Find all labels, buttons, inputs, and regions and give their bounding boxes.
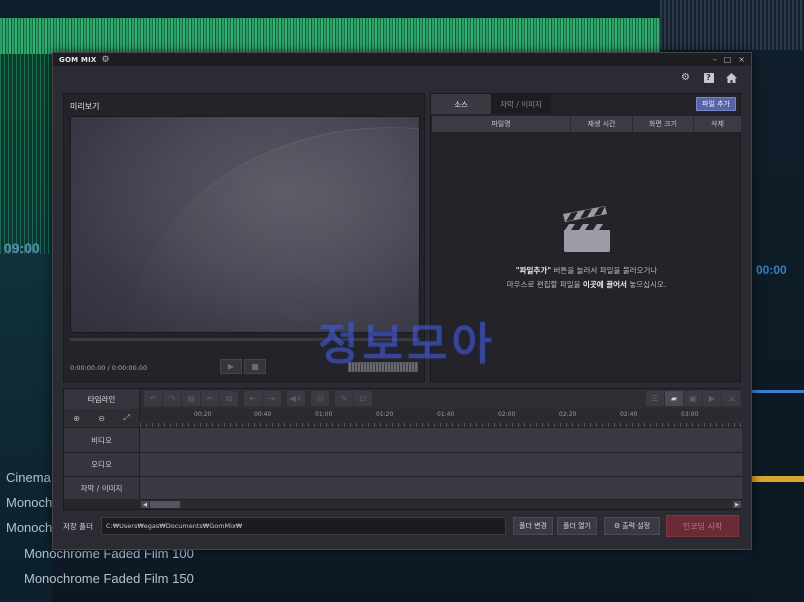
undo-icon[interactable]: ↶ (144, 391, 162, 406)
timeline-label: 타임라인 (64, 389, 140, 409)
title-bar[interactable]: GOM MIX ⚙ – □ × (53, 53, 751, 66)
gear-icon: ⚙ (613, 522, 621, 530)
help-icon[interactable]: ? (703, 72, 714, 83)
delete-icon[interactable]: ▤ (182, 391, 200, 406)
ruler-tick: 00:40 (254, 411, 272, 418)
empty-drop-area[interactable]: "파일추가" 버튼을 눌러서 파일을 불러오거나 마우스로 편집할 파일을 이곳… (431, 204, 742, 292)
ruler-tick: 02:40 (620, 411, 638, 418)
zoom-in-icon[interactable]: ⊕ (73, 414, 80, 423)
move-left-icon[interactable]: ⇤ (244, 391, 262, 406)
timeline-panel: 타임라인 ↶ ↷ ▤ ✂ ⧉ ⇤ ⇥ ◀× ⊟ ✎ ⊡ ☰ ▰ ▣ ▶ ⇲ ⊕ … (63, 388, 742, 510)
background-list-item: Cinema (6, 470, 51, 485)
ruler-tick: 02:00 (498, 411, 516, 418)
output-settings-button[interactable]: ⚙ 출력 설정 (604, 517, 660, 535)
folder-icon[interactable]: ▰ (665, 391, 683, 406)
cut-icon[interactable]: ✂ (201, 391, 219, 406)
audio-track-label: 오디오 (64, 453, 140, 476)
edit-icon[interactable]: ✎ (335, 391, 353, 406)
column-resolution[interactable]: 화면 크기 (633, 116, 694, 132)
background-timecode: 09:00 (4, 240, 40, 256)
move-right-icon[interactable]: ⇥ (263, 391, 281, 406)
empty-hint-line2-pre: 마우스로 편집할 파일을 (506, 280, 583, 289)
crop-icon[interactable]: ⧉ (220, 391, 238, 406)
preview-time: 0:00:00.00 / 0:00:00.00 (70, 364, 148, 372)
column-delete[interactable]: 삭제 (694, 116, 741, 132)
clapperboard-icon (561, 204, 613, 254)
stop-button[interactable]: ■ (244, 359, 266, 374)
zoom-out-icon[interactable]: ⊖ (98, 414, 105, 423)
background-blue-line (752, 390, 804, 393)
split-icon[interactable]: ⊟ (311, 391, 329, 406)
background-panel (660, 0, 804, 50)
start-encoding-button[interactable]: 인코딩 시작 (666, 515, 739, 537)
export-icon[interactable]: ⇲ (722, 391, 740, 406)
tab-subtitle-image[interactable]: 자막 / 이미지 (491, 94, 551, 114)
ruler-tick: 02:20 (559, 411, 577, 418)
open-folder-button[interactable]: 폴더 열기 (557, 517, 597, 535)
tab-source[interactable]: 소스 (431, 94, 491, 114)
video-icon[interactable]: ▶ (703, 391, 721, 406)
save-folder-label: 저장 폴더 (63, 522, 93, 531)
mute-icon[interactable]: ◀× (287, 391, 305, 406)
audio-track-area[interactable] (140, 453, 742, 476)
play-button[interactable]: ▶ (220, 359, 242, 374)
ruler-tick: 01:20 (376, 411, 394, 418)
ruler-tick: 01:00 (315, 411, 333, 418)
add-file-button[interactable]: 파일 추가 (696, 97, 736, 111)
empty-hint-line2-bold: 이곳에 끌어서 (582, 280, 627, 289)
settings-icon[interactable]: ⚙ (680, 72, 691, 83)
empty-hint-line2-post: 놓으십시오. (626, 280, 667, 289)
zoom-fit-icon[interactable]: ⤢ (123, 413, 129, 423)
video-track: 비디오 (64, 427, 742, 452)
file-table-header: 파일명 재생 시간 화면 크기 삭제 (432, 116, 741, 132)
background-timecode-right: 00:00 (756, 263, 787, 277)
preview-title: 미리보기 (70, 102, 100, 111)
timeline-toolbar: 타임라인 ↶ ↷ ▤ ✂ ⧉ ⇤ ⇥ ◀× ⊟ ✎ ⊡ ☰ ▰ ▣ ▶ ⇲ (64, 389, 742, 409)
subtitle-track: 자막 / 이미지 (64, 476, 742, 499)
audio-track: 오디오 (64, 452, 742, 476)
fit-icon[interactable]: ⊡ (354, 391, 372, 406)
timeline-ruler[interactable]: 00:20 00:40 01:00 01:20 01:40 02:00 02:2… (140, 409, 742, 427)
gom-mix-window: GOM MIX ⚙ – □ × ⚙ ? 미리보기 0:00:00.00 / 0:… (52, 52, 752, 550)
bottom-bar: 저장 폴더 C:₩Users₩egas₩Documents₩GomMix₩ 폴더… (63, 515, 741, 538)
image-icon[interactable]: ▣ (684, 391, 702, 406)
subtitle-track-label: 자막 / 이미지 (64, 477, 140, 499)
background-right-panel (752, 54, 804, 602)
redo-icon[interactable]: ↷ (163, 391, 181, 406)
save-path-field[interactable]: C:₩Users₩egas₩Documents₩GomMix₩ (101, 517, 506, 535)
ruler-tick: 01:40 (437, 411, 455, 418)
video-track-area[interactable] (140, 428, 742, 452)
background-list-item: Monochrome Faded Film 150 (24, 571, 194, 586)
scroll-left-icon[interactable]: ◀ (141, 501, 149, 508)
empty-hint-line1: 버튼을 눌러서 파일을 불러오거나 (551, 266, 658, 275)
timeline-scrollbar[interactable]: ◀ ▶ (140, 499, 742, 508)
background-yellow-bar (752, 476, 804, 482)
column-filename[interactable]: 파일명 (432, 116, 571, 132)
zoom-controls: ⊕ ⊖ ⤢ (64, 409, 140, 427)
close-button[interactable]: × (738, 55, 745, 64)
subtitle-track-area[interactable] (140, 477, 742, 499)
settings-gear-icon[interactable]: ⚙ (101, 55, 109, 65)
app-logo: GOM MIX (59, 55, 97, 64)
watermark-text: 정보모아 (318, 319, 496, 370)
home-icon[interactable] (726, 72, 737, 83)
list-view-icon[interactable]: ☰ (646, 391, 664, 406)
maximize-button[interactable]: □ (724, 55, 732, 64)
preview-screen (70, 116, 420, 333)
minimize-button[interactable]: – (713, 55, 717, 64)
output-settings-label: 출력 설정 (622, 522, 651, 530)
change-folder-button[interactable]: 폴더 변경 (513, 517, 553, 535)
ruler-tick: 00:20 (194, 411, 212, 418)
video-track-label: 비디오 (64, 428, 140, 452)
ruler-tick: 03:00 (681, 411, 699, 418)
empty-hint-bold: "파일추가" (515, 266, 552, 275)
audio-waveform-background (0, 18, 660, 54)
scroll-thumb[interactable] (150, 501, 180, 508)
column-duration[interactable]: 재생 시간 (571, 116, 633, 132)
scroll-right-icon[interactable]: ▶ (733, 501, 741, 508)
